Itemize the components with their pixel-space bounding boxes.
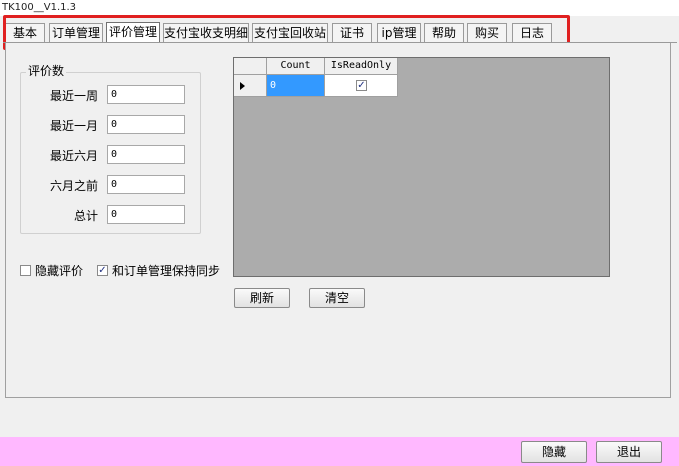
label-before-six-months: 六月之前 (49, 179, 98, 193)
hide-reviews-label: 隐藏评价 (35, 264, 84, 278)
last-month-field[interactable]: 0 (107, 115, 185, 134)
row-header[interactable] (234, 75, 267, 97)
current-row-arrow-icon (240, 82, 245, 90)
label-last-week: 最近一周 (49, 89, 98, 103)
cell-isreadonly[interactable]: ✓ (325, 75, 398, 97)
last-six-months-field[interactable]: 0 (107, 145, 185, 164)
before-six-months-field[interactable]: 0 (107, 175, 185, 194)
review-count-group-title: 评价数 (26, 64, 67, 78)
isreadonly-checkbox[interactable]: ✓ (356, 80, 367, 91)
cell-count[interactable]: 0 (267, 75, 325, 97)
last-week-field[interactable]: 0 (107, 85, 185, 104)
exit-button[interactable]: 退出 (596, 441, 662, 463)
hide-reviews-checkbox[interactable] (20, 265, 31, 276)
label-total: 总计 (73, 209, 98, 223)
column-header-count[interactable]: Count (267, 58, 325, 75)
window-title: TK100__V1.1.3 (0, 0, 679, 16)
sync-orders-label: 和订单管理保持同步 (112, 264, 221, 278)
grid-corner-header (234, 58, 267, 75)
total-field[interactable]: 0 (107, 205, 185, 224)
check-icon: ✓ (357, 80, 366, 91)
label-last-six-months: 最近六月 (49, 149, 98, 163)
column-header-isreadonly[interactable]: IsReadOnly (325, 58, 398, 75)
clear-button[interactable]: 清空 (309, 288, 365, 308)
hide-button[interactable]: 隐藏 (521, 441, 587, 463)
check-icon: ✓ (98, 265, 107, 276)
sync-orders-checkbox[interactable]: ✓ (97, 265, 108, 276)
label-last-month: 最近一月 (49, 119, 98, 133)
refresh-button[interactable]: 刷新 (234, 288, 290, 308)
